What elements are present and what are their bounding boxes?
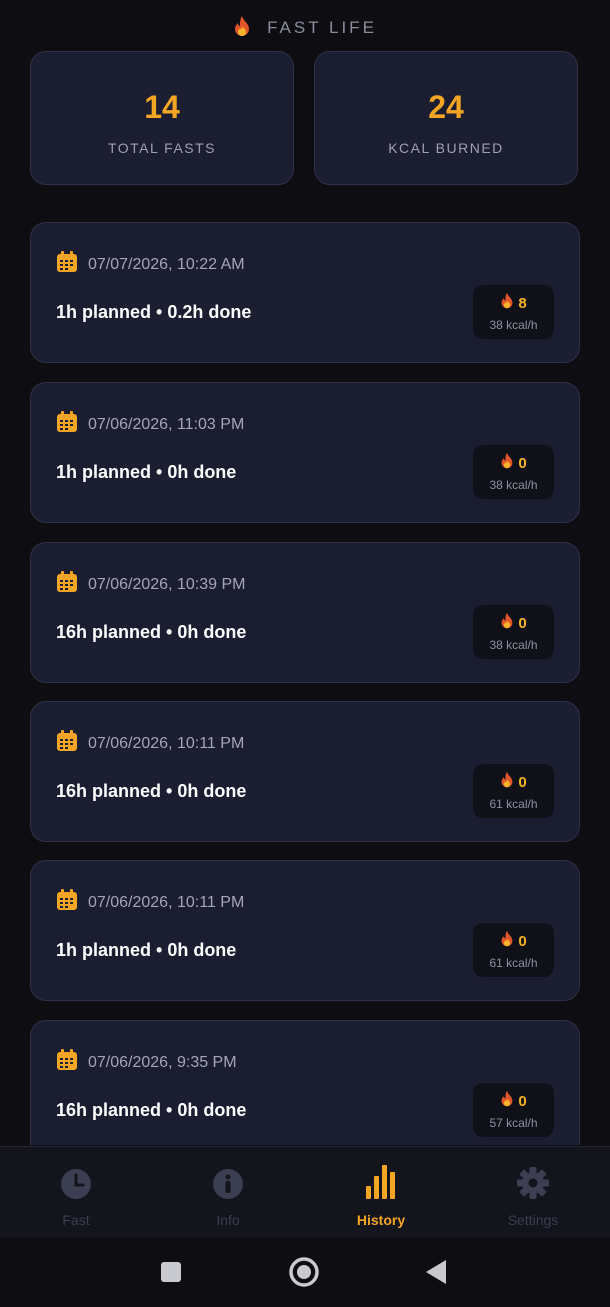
tab-settings[interactable]: Settings: [457, 1147, 609, 1239]
kcal-badge: 0 61 kcal/h: [473, 923, 554, 977]
kcal-badge: 0 38 kcal/h: [473, 445, 554, 499]
kcal-value: 0: [518, 932, 527, 950]
tab-label: Settings: [507, 1212, 559, 1228]
kcal-value: 0: [518, 454, 527, 472]
kcal-value: 8: [518, 294, 527, 312]
calendar-icon: [56, 251, 78, 278]
calendar-icon: [56, 730, 78, 757]
kcal-badge: 0 61 kcal/h: [473, 764, 554, 818]
tab-info[interactable]: Info: [152, 1147, 304, 1239]
home-button[interactable]: [288, 1256, 320, 1293]
tab-fast[interactable]: Fast: [0, 1147, 152, 1239]
fast-date: 07/06/2026, 11:03 PM: [88, 415, 245, 433]
kcal-rate: 57 kcal/h: [489, 1116, 538, 1130]
kcal-badge: 0 57 kcal/h: [473, 1083, 554, 1137]
app-title: FAST LIFE: [267, 18, 377, 37]
flame-icon: [500, 612, 514, 634]
date-row: 07/06/2026, 10:39 PM: [56, 571, 245, 598]
fast-summary: 1h planned • 0.2h done: [56, 302, 252, 322]
tab-label: History: [356, 1212, 406, 1228]
kcal-rate: 38 kcal/h: [489, 478, 538, 492]
tab-history[interactable]: History: [305, 1147, 457, 1239]
calendar-icon: [56, 1049, 78, 1076]
flame-icon: [500, 292, 514, 314]
total-fasts-label: TOTAL FASTS: [107, 140, 217, 156]
info-icon: [212, 1168, 244, 1205]
bar-chart-icon: [365, 1164, 397, 1205]
kcal-rate: 61 kcal/h: [489, 956, 538, 970]
tab-label: Info: [216, 1212, 240, 1228]
bottom-tab-bar: Fast Info History Settings: [0, 1146, 610, 1239]
kcal-value: 0: [518, 614, 527, 632]
system-nav-bar: [0, 1238, 610, 1307]
history-item[interactable]: 07/06/2026, 11:03 PM 1h planned • 0h don…: [30, 382, 580, 523]
calendar-icon: [56, 889, 78, 916]
kcal-burned-card: 24 KCAL BURNED: [314, 51, 578, 185]
back-button[interactable]: [425, 1259, 447, 1290]
kcal-value: 0: [518, 1092, 527, 1110]
history-item[interactable]: 07/06/2026, 9:35 PM 16h planned • 0h don…: [30, 1020, 580, 1145]
fast-summary: 1h planned • 0h done: [56, 462, 237, 482]
history-item[interactable]: 07/07/2026, 10:22 AM 1h planned • 0.2h d…: [30, 222, 580, 363]
kcal-rate: 38 kcal/h: [489, 318, 538, 332]
history-item[interactable]: 07/06/2026, 10:39 PM 16h planned • 0h do…: [30, 542, 580, 683]
flame-icon: [500, 452, 514, 474]
date-row: 07/07/2026, 10:22 AM: [56, 251, 245, 278]
fast-date: 07/06/2026, 10:39 PM: [88, 575, 246, 593]
flame-icon: [500, 1090, 514, 1112]
calendar-icon: [56, 571, 78, 598]
kcal-rate: 61 kcal/h: [489, 797, 538, 811]
flame-icon: [500, 771, 514, 793]
recents-button[interactable]: [160, 1261, 182, 1288]
date-row: 07/06/2026, 10:11 PM: [56, 730, 244, 757]
fast-summary: 16h planned • 0h done: [56, 781, 247, 801]
tab-label: Fast: [62, 1212, 90, 1228]
history-item[interactable]: 07/06/2026, 10:11 PM 16h planned • 0h do…: [30, 701, 580, 842]
fast-date: 07/06/2026, 10:11 PM: [88, 893, 245, 911]
fast-date: 07/06/2026, 9:35 PM: [88, 1053, 237, 1071]
kcal-burned-value: 24: [428, 89, 464, 125]
total-fasts-card: 14 TOTAL FASTS: [30, 51, 294, 185]
date-row: 07/06/2026, 9:35 PM: [56, 1049, 237, 1076]
fast-summary: 1h planned • 0h done: [56, 940, 237, 960]
calendar-icon: [56, 411, 78, 438]
kcal-badge: 8 38 kcal/h: [473, 285, 554, 339]
kcal-value: 0: [518, 773, 527, 791]
total-fasts-value: 14: [144, 89, 180, 125]
gear-icon: [516, 1166, 550, 1205]
fast-date: 07/06/2026, 10:11 PM: [88, 734, 245, 752]
fast-date: 07/07/2026, 10:22 AM: [88, 255, 245, 273]
kcal-badge: 0 38 kcal/h: [473, 605, 554, 659]
fast-summary: 16h planned • 0h done: [56, 1100, 247, 1120]
fast-summary: 16h planned • 0h done: [56, 622, 247, 642]
flame-icon: [233, 15, 251, 42]
history-list[interactable]: 07/07/2026, 10:22 AM 1h planned • 0.2h d…: [30, 222, 580, 1145]
flame-icon: [500, 930, 514, 952]
kcal-rate: 38 kcal/h: [489, 638, 538, 652]
date-row: 07/06/2026, 10:11 PM: [56, 889, 244, 916]
app-header: FAST LIFE: [0, 14, 610, 42]
clock-icon: [60, 1168, 92, 1205]
history-item[interactable]: 07/06/2026, 10:11 PM 1h planned • 0h don…: [30, 860, 580, 1001]
kcal-burned-label: KCAL BURNED: [388, 140, 504, 156]
date-row: 07/06/2026, 11:03 PM: [56, 411, 244, 438]
